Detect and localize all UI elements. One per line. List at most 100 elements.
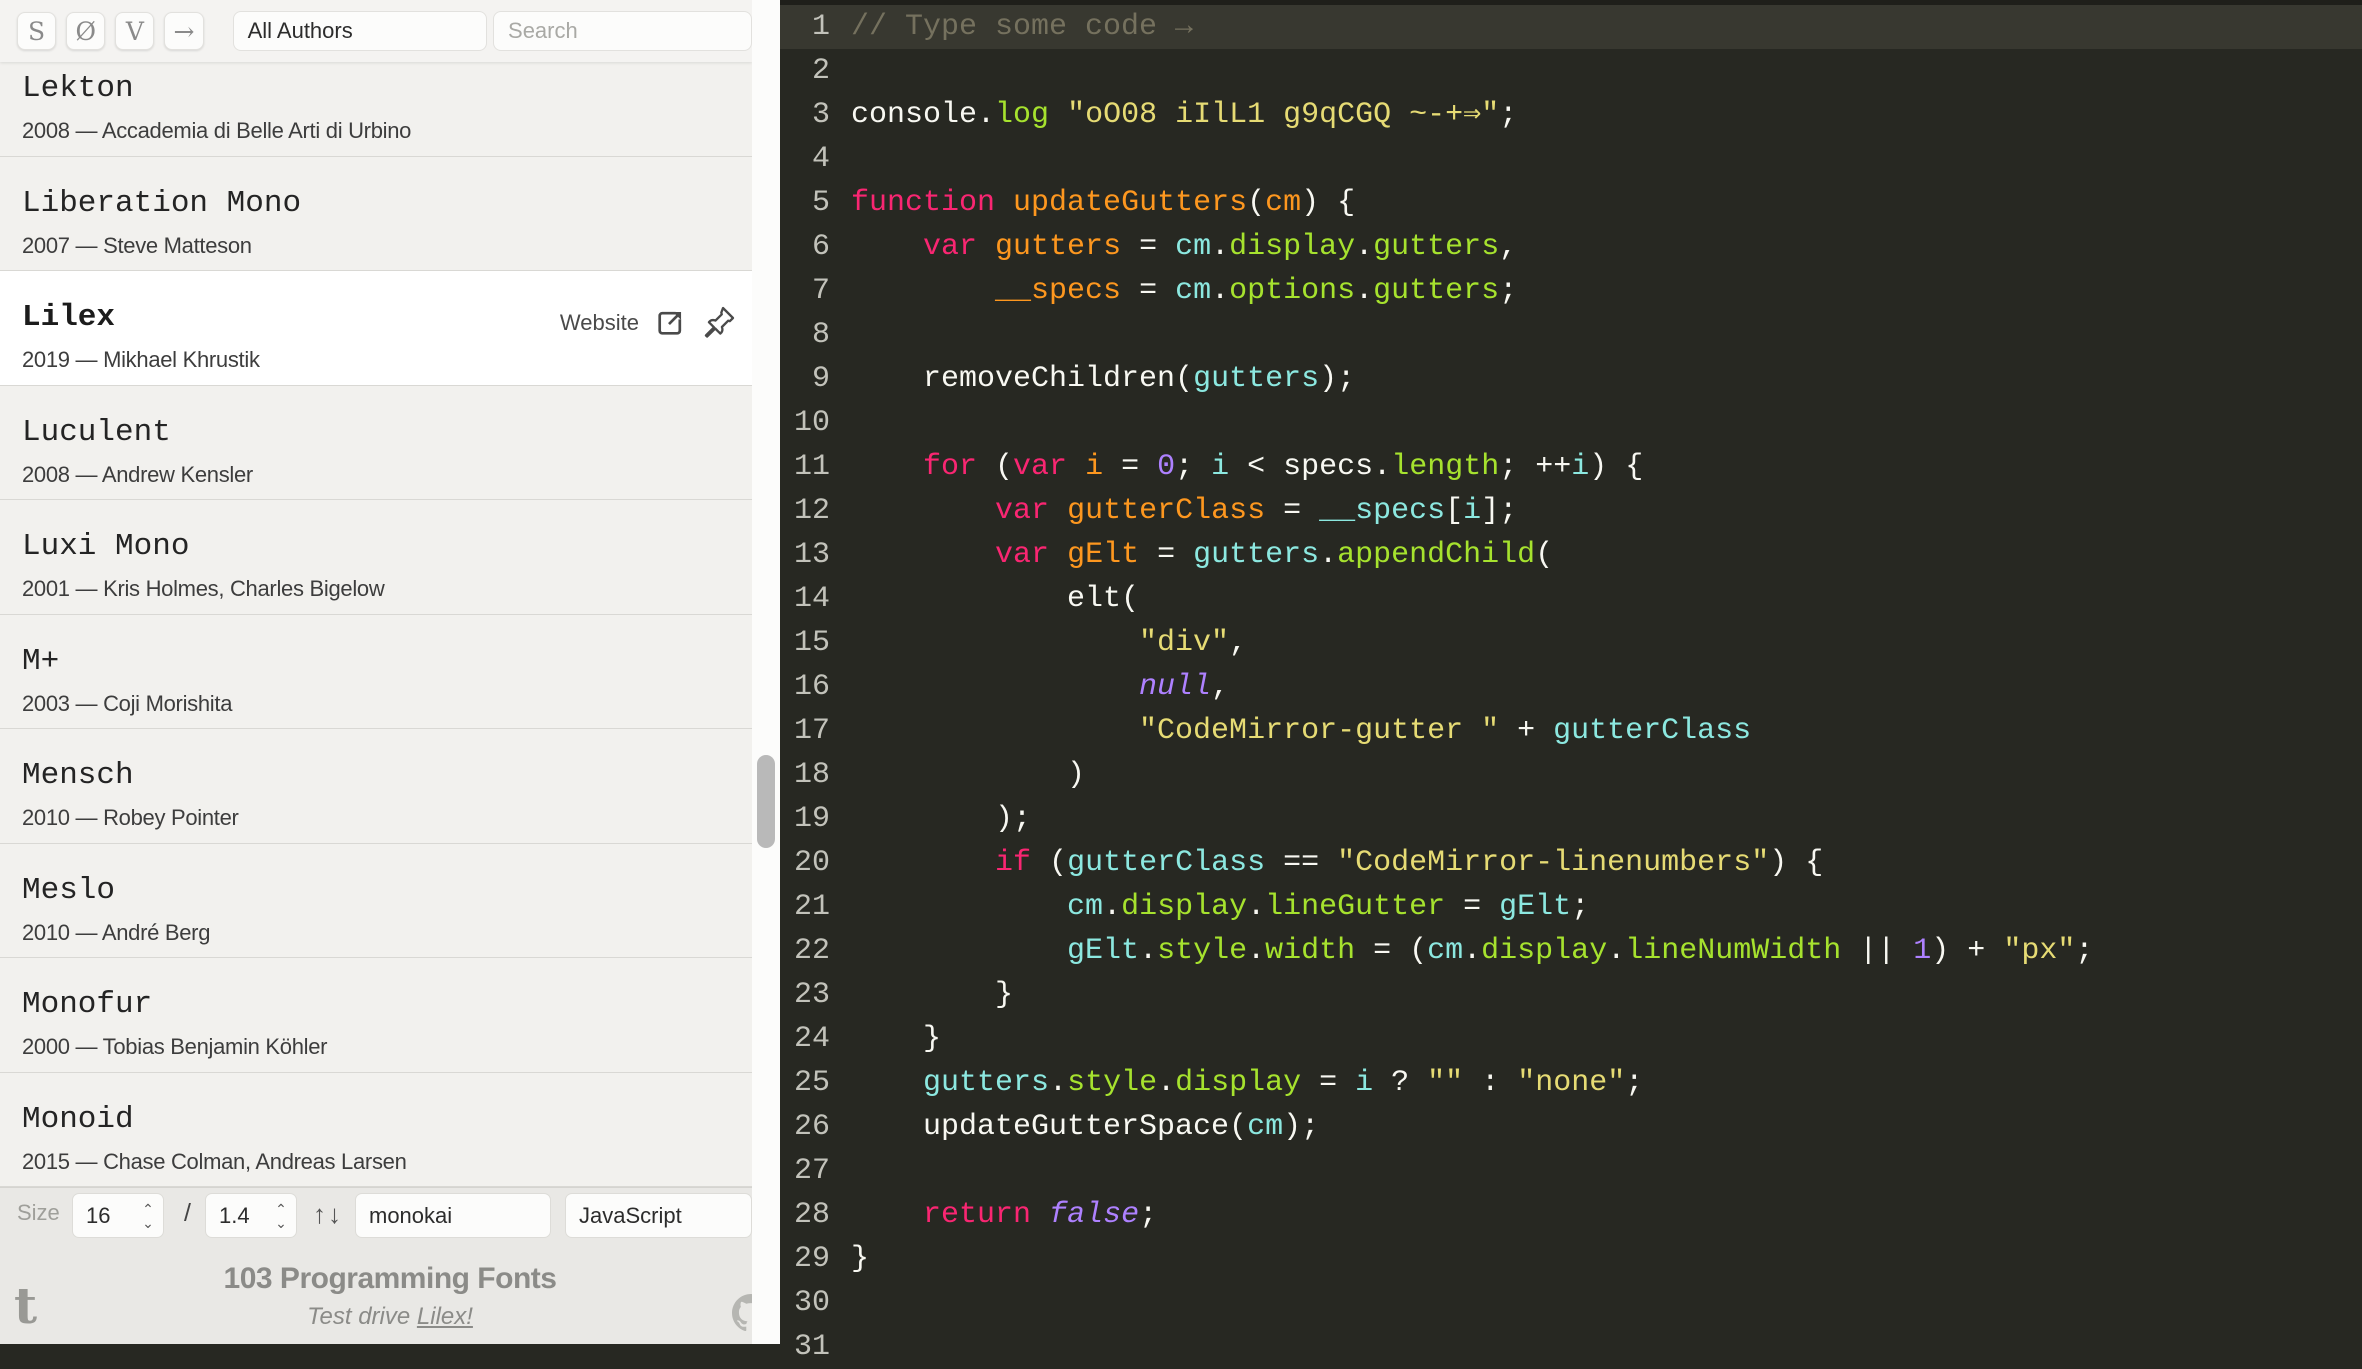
- line-number: 20: [793, 846, 830, 880]
- code-line: 6 var gutters = cm.display.gutters,: [780, 225, 2362, 269]
- font-list-item[interactable]: Monofur 2000 — Tobias Benjamin Köhler: [0, 958, 752, 1073]
- size-stepper[interactable]: ⌃ ⌄: [138, 1198, 158, 1234]
- line-number: 22: [793, 934, 830, 968]
- theme-up-icon[interactable]: ↑: [313, 1199, 328, 1229]
- code-line: 4: [780, 137, 2362, 181]
- slashed-zero-filter-button[interactable]: Ø: [66, 12, 106, 50]
- pin-icon[interactable]: [700, 305, 736, 341]
- theme-cycle-arrows[interactable]: ↑↓: [313, 1199, 343, 1230]
- code-line: 16 null,: [780, 665, 2362, 709]
- site-title: 103 Programming Fonts: [223, 1262, 557, 1295]
- line-number: 28: [793, 1198, 830, 1232]
- font-list: Lekton 2008 — Accademia di Belle Arti di …: [0, 42, 752, 1187]
- font-list-item[interactable]: Luculent 2008 — Andrew Kensler: [0, 385, 752, 500]
- line-number: 8: [811, 318, 830, 352]
- test-drive-link[interactable]: Lilex!: [417, 1303, 473, 1330]
- font-list-item[interactable]: Meslo 2010 — André Berg: [0, 843, 752, 958]
- font-year-author: 2001 — Kris Holmes, Charles Bigelow: [22, 576, 385, 601]
- code-text: function updateGutters(cm) {: [851, 186, 1356, 220]
- font-year-author: 2010 — André Berg: [22, 919, 211, 945]
- list-scrollbar-thumb[interactable]: [757, 755, 775, 848]
- font-year-author: 2007 — Steve Matteson: [22, 232, 252, 258]
- website-link[interactable]: Website: [560, 310, 639, 336]
- code-line: 17 "CodeMirror-gutter " + gutterClass: [780, 709, 2362, 753]
- code-text: }: [851, 1242, 870, 1276]
- code-text: for (var i = 0; i < specs.length; ++i) {: [923, 450, 1644, 484]
- code-line: 7 __specs = cm.options.gutters;: [780, 269, 2362, 313]
- font-name: Luxi Mono: [22, 529, 190, 564]
- pin-font-button[interactable]: [700, 305, 736, 341]
- tumblr-icon[interactable]: t: [14, 1276, 37, 1335]
- code-line: 9 removeChildren(gutters);: [780, 357, 2362, 401]
- code-line: 29}: [780, 1237, 2362, 1281]
- line-number: 18: [793, 758, 830, 792]
- line-number: 16: [793, 670, 830, 704]
- code-line: 20 if (gutterClass == "CodeMirror-linenu…: [780, 841, 2362, 885]
- line-number: 21: [793, 890, 830, 924]
- font-name: Lekton: [22, 71, 134, 106]
- line-number: 12: [793, 494, 830, 528]
- code-text: null,: [1139, 670, 1230, 704]
- line-number: 10: [793, 406, 830, 440]
- line-number: 14: [793, 582, 830, 616]
- font-name: Liberation Mono: [22, 185, 302, 221]
- code-text: }: [851, 978, 1014, 1012]
- website-external-link[interactable]: [653, 307, 686, 340]
- line-number: 26: [793, 1110, 830, 1144]
- font-sidebar: Lekton 2008 — Accademia di Belle Arti di …: [0, 0, 780, 1344]
- size-lineheight-separator: /: [184, 1199, 191, 1227]
- author-filter-select[interactable]: All Authors: [232, 11, 488, 51]
- code-line: 26 updateGutterSpace(cm);: [780, 1105, 2362, 1149]
- font-list-item[interactable]: Lilex Website 2019 — Mikhael Khrustik: [0, 271, 752, 386]
- code-line: 25 gutters.style.display = i ? "" : "non…: [780, 1061, 2362, 1105]
- line-number: 29: [793, 1242, 830, 1276]
- code-line: 8: [780, 313, 2362, 357]
- line-number: 31: [793, 1330, 830, 1364]
- font-list-item[interactable]: M+ 2003 — Coji Morishita: [0, 614, 752, 729]
- font-list-item[interactable]: Liberation Mono 2007 — Steve Matteson: [0, 156, 752, 271]
- code-line: 28 return false;: [780, 1193, 2362, 1237]
- code-text: var gElt = gutters.appendChild(: [995, 538, 1554, 572]
- code-line: 15 "div",: [780, 621, 2362, 665]
- external-link-icon: [658, 311, 682, 335]
- code-line: 31: [780, 1325, 2362, 1369]
- code-editor[interactable]: 1// Type some code → 2 3 console.log "oO08 …: [780, 0, 2362, 1364]
- font-list-item[interactable]: Luxi Mono 2001 — Kris Holmes, Charles Big…: [0, 500, 752, 615]
- editor-lines: 1// Type some code → 2 3 console.log "oO08 …: [780, 5, 2362, 1369]
- line-number: 1: [811, 10, 830, 44]
- line-height-stepper[interactable]: ⌃ ⌄: [271, 1198, 291, 1234]
- code-line: 5 function updateGutters(cm) {: [780, 181, 2362, 225]
- proportional-filter-button[interactable]: V: [115, 12, 155, 50]
- code-text: console.log "oO08 iIlL1 g9qCGQ ~-+⇒";: [851, 98, 1518, 132]
- code-text: return false;: [923, 1198, 1158, 1232]
- code-line: 21 cm.display.lineGutter = gElt;: [780, 885, 2362, 929]
- code-text: );: [851, 802, 1032, 836]
- font-list-item[interactable]: Monoid 2015 — Chase Colman, Andreas Larse…: [0, 1072, 752, 1187]
- theme-down-icon[interactable]: ↓: [328, 1199, 343, 1229]
- code-text: __specs = cm.options.gutters;: [995, 274, 1518, 308]
- code-text: gutters.style.display = i ? "" : "none";: [923, 1066, 1644, 1100]
- code-text: removeChildren(gutters);: [851, 362, 1356, 396]
- ligatures-filter-button[interactable]: →: [164, 12, 204, 50]
- serif-filter-button[interactable]: S: [17, 12, 57, 50]
- font-year-author: 2008 — Accademia di Belle Arti di Urbino: [22, 118, 412, 143]
- line-number: 6: [811, 230, 830, 264]
- code-text: }: [851, 1022, 942, 1056]
- search-input[interactable]: [493, 11, 753, 51]
- font-name: Luculent: [22, 414, 171, 450]
- code-line: 22 gElt.style.width = (cm.display.lineNu…: [780, 929, 2362, 973]
- language-select[interactable]: [565, 1193, 752, 1238]
- font-list-item[interactable]: Mensch 2010 — Robey Pointer: [0, 729, 752, 844]
- size-label: Size: [17, 1200, 60, 1225]
- code-text: cm.display.lineGutter = gElt;: [1067, 890, 1590, 924]
- theme-select[interactable]: [355, 1193, 551, 1238]
- list-scrollbar[interactable]: [752, 0, 780, 1344]
- line-number: 19: [793, 802, 830, 836]
- tagline-text: Test drive: [307, 1303, 417, 1330]
- font-year-author: 2019 — Mikhael Khrustik: [22, 347, 260, 372]
- font-name: Monoid: [22, 1101, 134, 1137]
- test-drive-tagline: Test drive Lilex!: [0, 1303, 780, 1331]
- filter-toolbar: S Ø V → All Authors: [0, 0, 753, 62]
- line-number: 25: [793, 1066, 830, 1100]
- font-year-author: 2010 — Robey Pointer: [22, 805, 239, 830]
